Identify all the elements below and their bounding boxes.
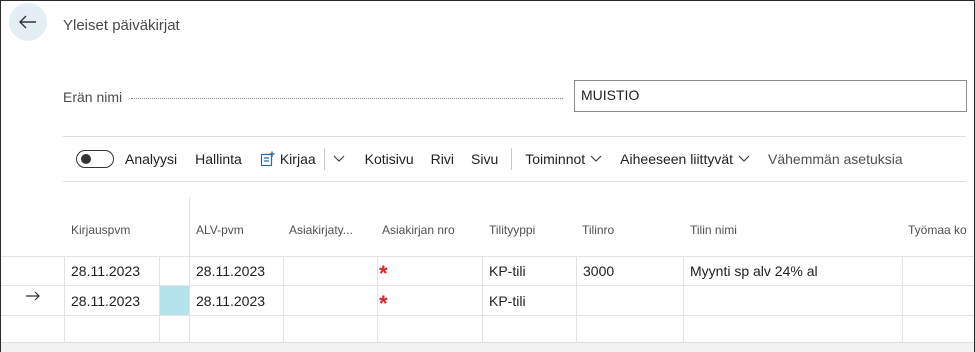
posting-date-cell[interactable]: 28.11.2023 [71,293,140,309]
required-indicator: * [379,291,388,316]
column-header-vat-date[interactable]: ALV-pvm [196,223,244,237]
column-divider [482,257,483,342]
post-icon [260,151,275,167]
account-type-cell[interactable]: KP-tili [489,263,526,279]
row-divider [1,285,974,286]
column-divider [64,257,65,342]
toggle-switch[interactable] [76,150,114,168]
page-tab[interactable]: Sivu [471,151,498,167]
column-header-job-no[interactable]: Työmaa ko [908,223,968,237]
column-divider [902,257,903,342]
account-no-cell[interactable]: 3000 [583,263,614,279]
column-divider [283,257,284,342]
line-tab[interactable]: Rivi [431,151,454,167]
column-divider [576,257,577,342]
related-label: Aiheeseen liittyvät [620,151,734,167]
column-header-account-no[interactable]: Tilinro [582,223,614,237]
chevron-down-icon [590,155,602,162]
more-dropdown-button[interactable] [333,155,345,163]
horizontal-scrollbar[interactable] [1,342,974,352]
column-divider [377,257,378,342]
selected-cell[interactable] [160,286,189,315]
related-menu[interactable]: Aiheeseen liittyvät [620,151,750,167]
vat-date-cell[interactable]: 28.11.2023 [196,293,265,309]
column-header-document-type[interactable]: Asiakirjaty... [289,223,353,237]
chevron-down-icon [333,155,345,162]
row-divider [1,315,974,316]
fewer-options-label: Vähemmän asetuksia [768,151,903,167]
actions-menu[interactable]: Toiminnot [525,151,602,167]
fewer-options-button[interactable]: Vähemmän asetuksia [768,151,903,167]
account-type-cell[interactable]: KP-tili [489,293,526,309]
page-label: Sivu [471,151,499,167]
line-label: Rivi [430,151,455,167]
toggle-knob [81,154,91,164]
window-frame: Yleiset päiväkirjat Erän nimi MUISTIO An… [0,0,975,352]
divider [63,181,966,182]
batch-name-input[interactable]: MUISTIO [574,80,967,112]
posting-date-cell[interactable]: 28.11.2023 [71,263,140,279]
arrow-right-icon [26,291,40,301]
page-title: Yleiset päiväkirjat [63,17,180,34]
manage-button[interactable]: Hallinta [195,151,242,167]
manage-label: Hallinta [195,151,242,167]
toolbar-separator [511,148,513,170]
required-indicator: * [379,261,388,286]
analysis-label: Analyysi [125,151,178,167]
column-header-posting-date[interactable]: Kirjauspvm [71,223,130,237]
column-divider [683,257,684,342]
batch-name-label: Erän nimi [63,89,123,105]
analysis-toggle-button[interactable]: Analyysi [63,150,177,168]
arrow-left-icon [19,15,36,29]
column-header-account-type[interactable]: Tilityyppi [489,223,535,237]
account-name-cell[interactable]: Myynti sp alv 24% al [690,263,818,279]
column-header-account-name[interactable]: Tilin nimi [690,223,737,237]
post-button[interactable]: Kirjaa [260,151,316,167]
column-header-document-no[interactable]: Asiakirjan nro [382,223,455,237]
post-label: Kirjaa [279,151,316,167]
column-divider [189,197,190,342]
row-divider [1,256,974,257]
chevron-down-icon [738,155,750,162]
home-label: Kotisivu [364,151,414,167]
divider [63,136,966,137]
back-button[interactable] [9,3,47,41]
field-dots-divider [131,98,563,99]
actions-label: Toiminnot [525,151,586,167]
toolbar-separator [323,148,325,170]
vat-date-cell[interactable]: 28.11.2023 [196,263,265,279]
home-tab[interactable]: Kotisivu [365,151,414,167]
action-toolbar: Analyysi Hallinta Kirjaa Kotisivu Rivi S… [63,144,903,174]
